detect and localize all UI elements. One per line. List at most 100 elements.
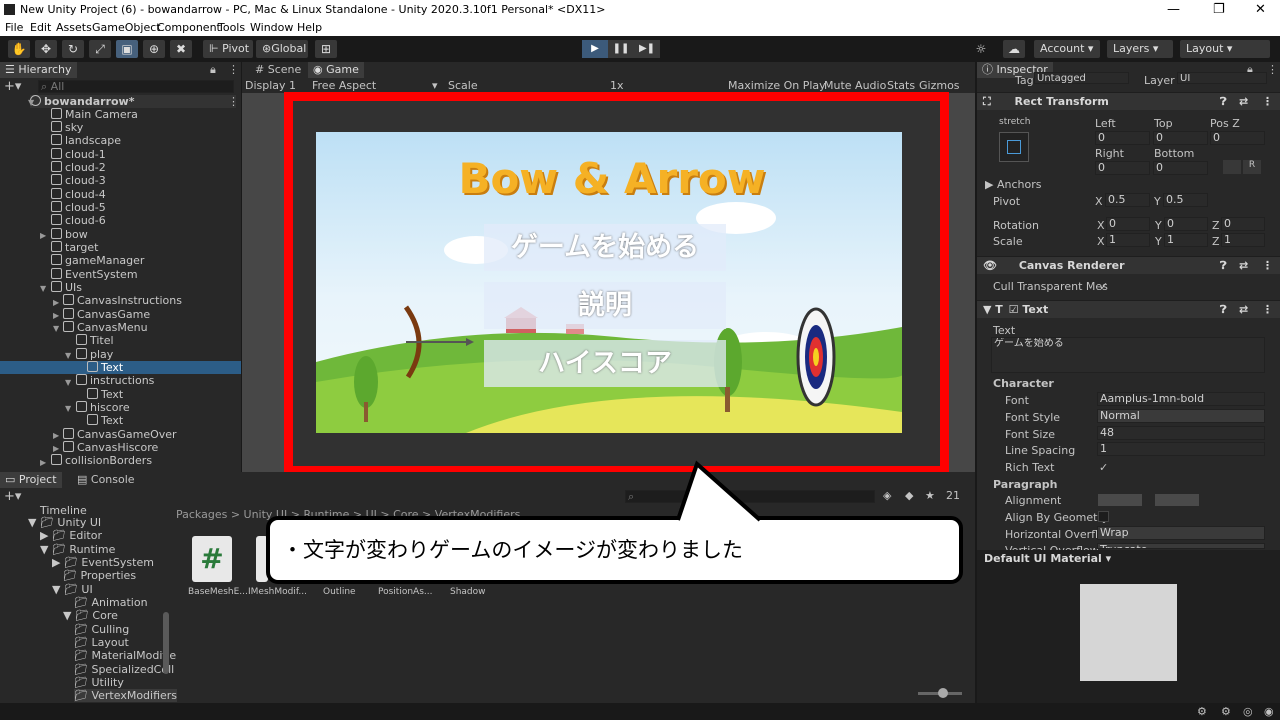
canvas-renderer-header[interactable]: 👁︎ Canvas Renderer ❓︎ ⇄ ⋮: [977, 256, 1280, 274]
lock-icon[interactable]: 🔒︎: [210, 63, 216, 77]
posz-field[interactable]: 0: [1210, 131, 1265, 145]
text-enabled-checkbox[interactable]: ☑: [1009, 303, 1019, 316]
align-geometry-checkbox[interactable]: [1098, 511, 1109, 522]
project-tree-item[interactable]: ▶ 📁︎ EventSystem: [52, 556, 154, 569]
bottom-field[interactable]: 0: [1153, 161, 1208, 175]
rotation-z-field[interactable]: 0: [1221, 217, 1265, 231]
close-icon[interactable]: ✕: [1255, 2, 1266, 17]
asset-label[interactable]: IMeshModif...: [248, 587, 307, 597]
menu-component[interactable]: Component: [157, 21, 221, 34]
raw-edit-button[interactable]: R: [1243, 160, 1261, 174]
hierarchy-item[interactable]: instructions: [76, 374, 154, 387]
project-tree-item[interactable]: ▼ 📁︎ UI: [52, 583, 93, 596]
project-tree-item[interactable]: ▶ 📁︎ Editor: [40, 529, 102, 542]
collapse-arrow-icon[interactable]: ▶: [53, 444, 59, 453]
component-menu-icon[interactable]: ⋮: [1262, 257, 1273, 275]
project-tree-item[interactable]: ▼ 📁︎ Unity UI: [28, 516, 101, 529]
anchors-foldout[interactable]: ▶ Anchors: [985, 178, 1041, 191]
cull-transparent-checkbox[interactable]: ✓: [1099, 280, 1108, 293]
expand-arrow-icon[interactable]: ▼: [65, 378, 71, 387]
project-add-icon[interactable]: +▾: [4, 489, 21, 504]
expand-arrow-icon[interactable]: ▼: [40, 284, 46, 293]
hierarchy-item[interactable]: cloud-6: [51, 214, 106, 227]
hierarchy-item[interactable]: Text: [87, 388, 123, 401]
global-toggle[interactable]: ⊛Global: [256, 40, 308, 58]
notification-icon[interactable]: ◉: [1264, 705, 1274, 718]
hierarchy-item[interactable]: Main Camera: [51, 108, 138, 121]
sun-icon[interactable]: ☼: [970, 40, 992, 58]
top-field[interactable]: 0: [1153, 131, 1208, 145]
hierarchy-item[interactable]: CanvasInstructions: [63, 294, 182, 307]
snap-grid-icon[interactable]: ⊞: [315, 40, 337, 58]
menu-window[interactable]: Window: [250, 21, 293, 34]
expand-arrow-icon[interactable]: ▼: [65, 404, 71, 413]
preset-icon[interactable]: ⇄: [1239, 257, 1248, 275]
asset-label[interactable]: Shadow: [450, 587, 486, 597]
maximize-icon[interactable]: ❐: [1213, 2, 1225, 17]
hierarchy-item[interactable]: collisionBorders: [51, 454, 152, 467]
hierarchy-item[interactable]: hiscore: [76, 401, 130, 414]
scene-root[interactable]: bowandarrow*: [30, 95, 236, 108]
mute-audio-toggle[interactable]: Mute Audio: [824, 79, 886, 92]
hierarchy-item[interactable]: sky: [51, 121, 83, 134]
project-tree-item[interactable]: 📁︎ Utility: [74, 676, 124, 689]
display-dropdown[interactable]: Display 1: [245, 79, 296, 92]
rich-text-checkbox[interactable]: ✓: [1099, 461, 1108, 474]
preset-icon[interactable]: ⇄: [1239, 93, 1248, 111]
hierarchy-search-input[interactable]: ⌕ All: [38, 80, 234, 93]
scene-more-icon[interactable]: ⋮: [228, 95, 239, 108]
preset-icon[interactable]: ⇄: [1239, 301, 1248, 319]
scale-z-field[interactable]: 1: [1221, 233, 1265, 247]
tab-project[interactable]: ▭ Project: [0, 472, 62, 488]
csharp-script-icon[interactable]: #: [192, 536, 232, 582]
layout-dropdown[interactable]: Layout ▾: [1180, 40, 1270, 58]
pivot-toggle[interactable]: ⊩ Pivot: [203, 40, 253, 58]
hierarchy-item[interactable]: cloud-4: [51, 188, 106, 201]
hierarchy-item[interactable]: CanvasGameOver: [63, 428, 177, 441]
hierarchy-item[interactable]: CanvasMenu: [63, 321, 148, 334]
blueprint-mode-button[interactable]: [1223, 160, 1241, 174]
hierarchy-item-selected[interactable]: Text: [0, 361, 241, 374]
collapse-arrow-icon[interactable]: ▶: [40, 231, 46, 240]
start-game-button[interactable]: ゲームを始める: [484, 224, 726, 271]
project-tree-item[interactable]: 📁︎ Layout: [74, 636, 129, 649]
hierarchy-item[interactable]: landscape: [51, 134, 121, 147]
menu-gameobject[interactable]: GameObject: [92, 21, 161, 34]
game-canvas[interactable]: Bow & Arrow ゲームを始める 説明 ハイスコア: [316, 132, 902, 433]
collapse-arrow-icon[interactable]: ▶: [53, 431, 59, 440]
project-tree-item[interactable]: 📁︎ MaterialModifie: [74, 649, 176, 662]
expand-arrow-icon[interactable]: ▼: [65, 351, 71, 360]
progress-icon[interactable]: ◎: [1243, 705, 1253, 718]
hierarchy-item[interactable]: target: [51, 241, 98, 254]
inspector-more-icon[interactable]: ⋮: [1267, 63, 1278, 76]
hierarchy-item[interactable]: CanvasHiscore: [63, 441, 158, 454]
asset-label[interactable]: Outline: [323, 587, 356, 597]
more-icon[interactable]: ⋮: [228, 63, 239, 76]
bug-icon[interactable]: ⚙: [1197, 705, 1207, 718]
stats-toggle[interactable]: Stats: [887, 79, 915, 92]
menu-file[interactable]: File: [5, 21, 23, 34]
rect-transform-header[interactable]: ⛶ Rect Transform ❓︎ ⇄ ⋮: [977, 92, 1280, 110]
auto-generate-icon[interactable]: ⚙: [1221, 705, 1231, 718]
component-menu-icon[interactable]: ⋮: [1262, 93, 1273, 111]
tab-scene[interactable]: # Scene: [250, 62, 306, 78]
hierarchy-item[interactable]: EventSystem: [51, 268, 138, 281]
tab-game[interactable]: ◉ Game: [308, 62, 364, 78]
minimize-icon[interactable]: —: [1167, 2, 1180, 17]
project-tree-item[interactable]: 📁︎ Properties: [63, 569, 136, 582]
pivot-y-field[interactable]: 0.5: [1163, 193, 1208, 207]
project-tree-item[interactable]: 📁︎ Culling: [74, 623, 129, 636]
hierarchy-item[interactable]: bow: [51, 228, 88, 241]
account-dropdown[interactable]: Account ▾: [1034, 40, 1100, 58]
collapse-arrow-icon[interactable]: ▶: [53, 311, 59, 320]
project-tree-item[interactable]: 📁︎ SpecializedColl: [74, 663, 174, 676]
hierarchy-item[interactable]: play: [76, 348, 113, 361]
component-menu-icon[interactable]: ⋮: [1262, 301, 1273, 319]
step-button[interactable]: ▶❚: [634, 40, 660, 58]
filter-type-icon[interactable]: ◈: [883, 489, 891, 502]
hiscore-button[interactable]: ハイスコア: [484, 340, 726, 387]
expand-arrow-icon[interactable]: ▼: [28, 98, 34, 107]
hierarchy-item[interactable]: cloud-5: [51, 201, 106, 214]
expand-arrow-icon[interactable]: ▼: [53, 324, 59, 333]
maximize-on-play-toggle[interactable]: Maximize On Play: [728, 79, 826, 92]
